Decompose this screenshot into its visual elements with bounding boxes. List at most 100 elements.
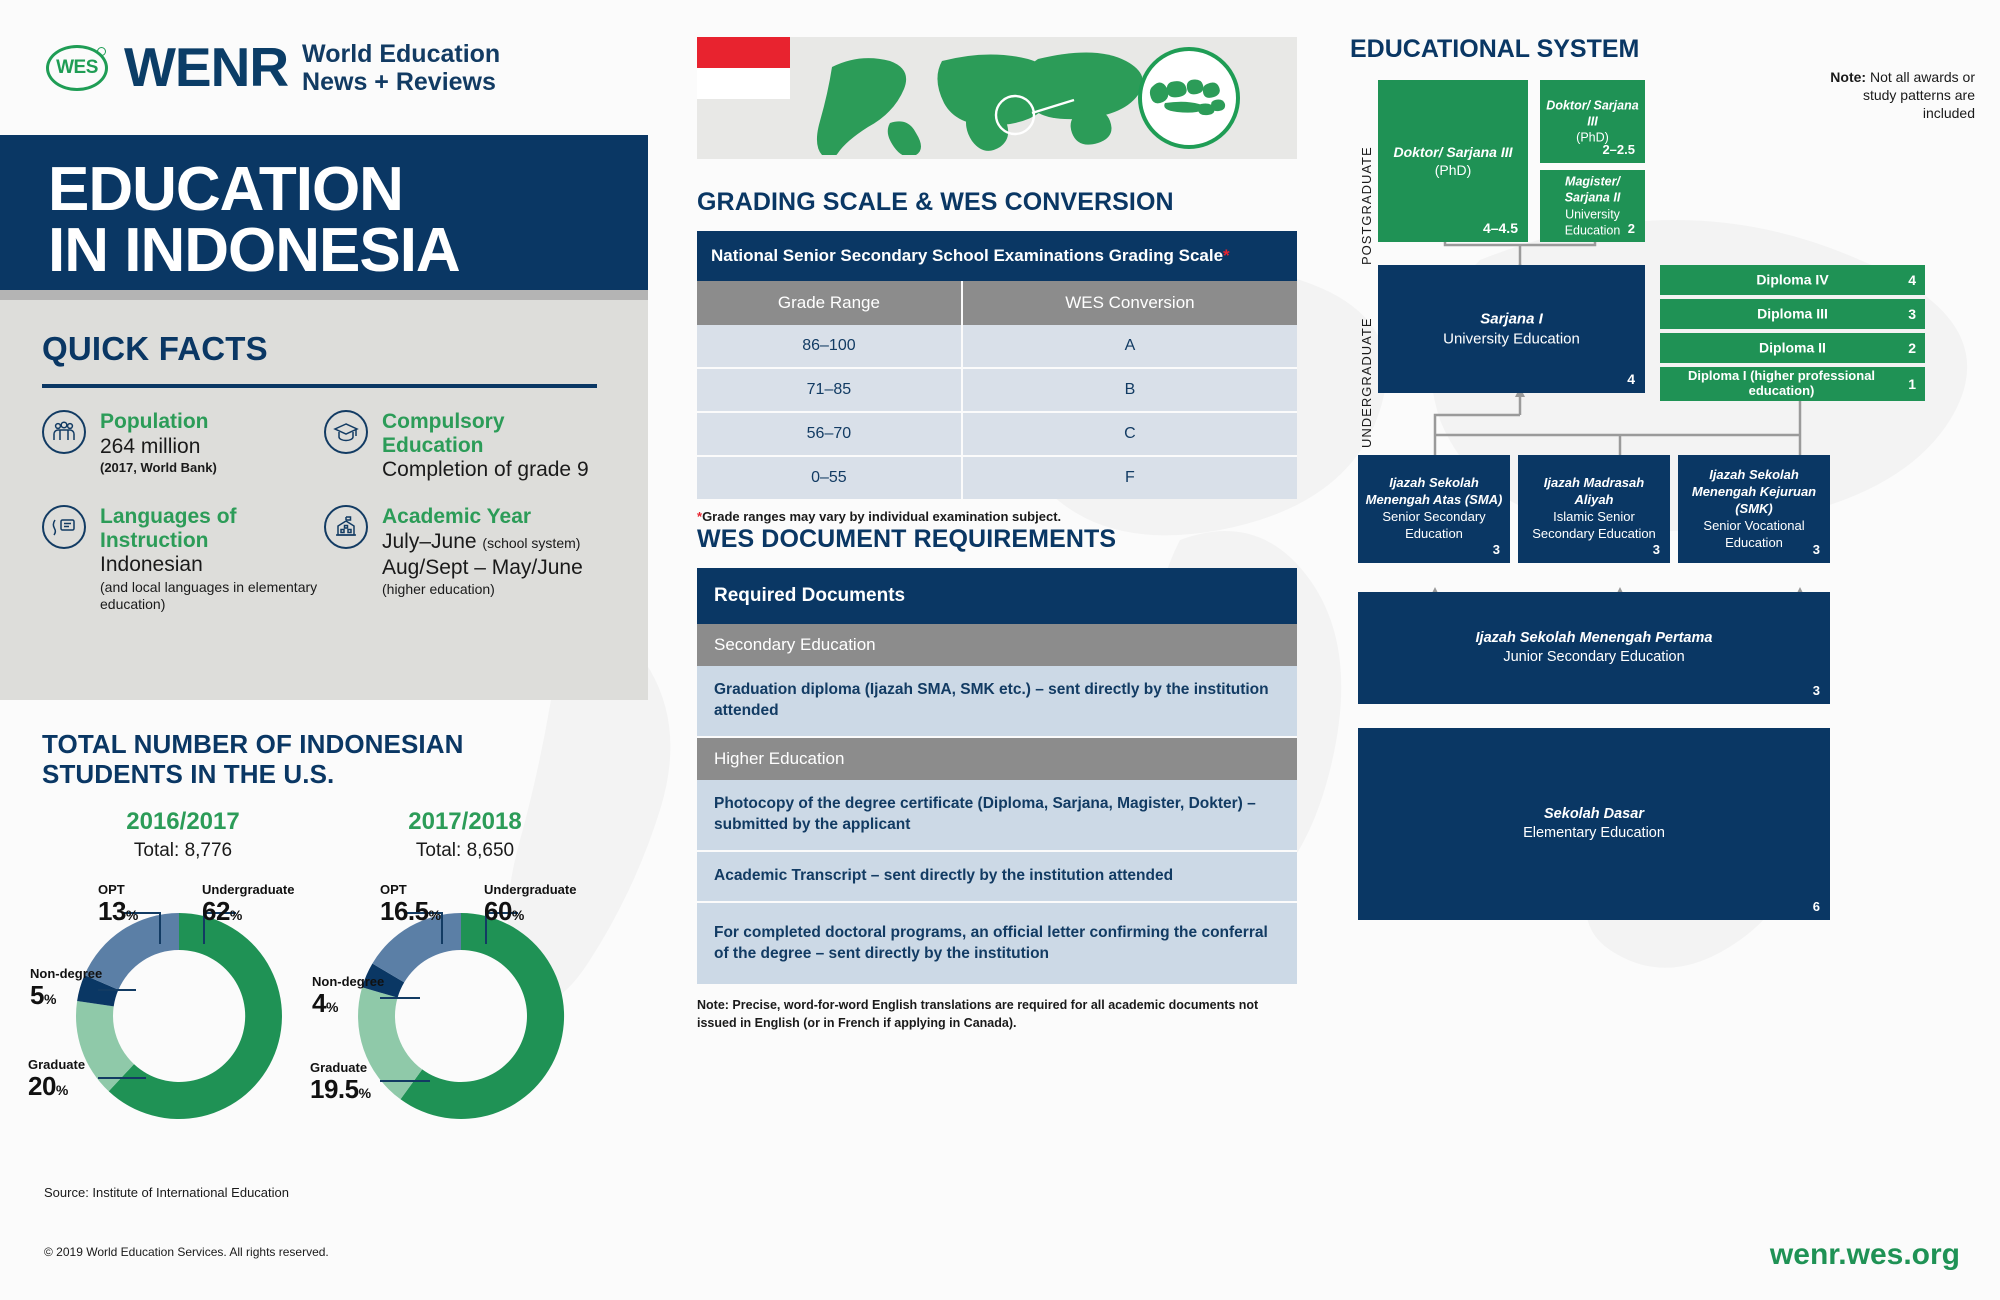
wes-mark-text: WES <box>56 56 98 78</box>
wenr-tagline-line2: News + Reviews <box>302 67 496 96</box>
chart-source: Source: Institute of International Educa… <box>44 1185 289 1200</box>
map-hero <box>697 37 1297 159</box>
box-years: 2–2.5 <box>1602 142 1635 157</box>
label-value: 4% <box>312 988 338 1019</box>
grading-footnote: *Grade ranges may vary by individual exa… <box>697 509 1297 524</box>
box-name: Ijazah Sekolah Menengah Kejuruan (SMK) <box>1691 466 1817 516</box>
label-text: Graduate <box>28 1056 86 1072</box>
table-row: 56–70 C <box>697 412 1297 457</box>
document-item: Photocopy of the degree certificate (Dip… <box>697 779 1297 852</box>
indonesia-flag-icon <box>697 37 790 99</box>
system-diploma-ii: Diploma II 2 <box>1660 333 1925 363</box>
label-text: Undergraduate <box>484 881 577 897</box>
chart-subtitle: Total: 8,776 <box>133 839 233 861</box>
label-value: 20% <box>28 1071 68 1102</box>
box-sub: University Education <box>1564 207 1621 238</box>
label-undergraduate-2016: Undergraduate 62% <box>202 881 295 927</box>
documents-heading: WES DOCUMENT REQUIREMENTS <box>697 525 1117 553</box>
indonesia-map-icon <box>1149 79 1226 116</box>
system-box-smp: Ijazah Sekolah Menengah Pertama Junior Se… <box>1358 592 1830 704</box>
level-label-undergraduate: UNDERGRADUATE <box>1359 317 1374 449</box>
chart-subtitle: Total: 8,650 <box>415 839 515 861</box>
fact-title: Compulsory Education <box>382 410 505 457</box>
table-title: National Senior Secondary School Examina… <box>711 246 1224 265</box>
documents-group-header: Secondary Education <box>697 624 1297 666</box>
column-header-wes-conversion: WES Conversion <box>961 281 1297 325</box>
box-name: Ijazah Madrasah Aliyah <box>1543 475 1645 508</box>
table-row: 0–55 F <box>697 456 1297 499</box>
document-text: Academic Transcript – sent directly by t… <box>697 850 1297 903</box>
copyright-text: © 2019 World Education Services. All rig… <box>44 1245 329 1259</box>
diploma-label: Diploma IV <box>1756 271 1829 288</box>
group-label: Secondary Education <box>697 624 1297 666</box>
wenr-tagline: World Education News + Reviews <box>302 40 500 96</box>
footnote-text: Grade ranges may vary by individual exam… <box>702 509 1062 524</box>
wenr-url-link[interactable]: wenr.wes.org <box>1770 1238 1960 1272</box>
table-row: 71–85 B <box>697 368 1297 413</box>
label-text: OPT <box>98 881 125 897</box>
grading-scale-heading: GRADING SCALE & WES CONVERSION <box>697 188 1174 216</box>
brand-logo-bar: WES WENR World Education News + Reviews <box>0 0 648 135</box>
documents-note: Note: Precise, word-for-word English tra… <box>697 998 1259 1030</box>
infographic-page: WES WENR World Education News + Reviews … <box>0 0 2000 1300</box>
diploma-years: 4 <box>1908 272 1916 288</box>
page-title-line1: EDUCATION <box>48 155 404 224</box>
chart-title: 2017/2018 <box>408 807 522 835</box>
page-title: EDUCATION IN INDONESIA <box>0 135 648 290</box>
document-item: Graduation diploma (Ijazah SMA, SMK etc.… <box>697 666 1297 738</box>
diploma-label: Diploma III <box>1757 305 1828 322</box>
page-title-line2: IN INDONESIA <box>48 216 461 286</box>
fact-note: (higher education) <box>382 581 495 598</box>
diploma-label: Diploma I (higher professional education… <box>1687 368 1876 398</box>
document-item: Academic Transcript – sent directly by t… <box>697 850 1297 903</box>
column-header-grade-range: Grade Range <box>697 281 963 325</box>
document-item: For completed doctoral programs, an offi… <box>697 901 1297 987</box>
cell-wes-conversion: A <box>961 325 1297 369</box>
fact-value: Indonesian <box>100 553 203 577</box>
system-box-doktor-right: Doktor/ Sarjana III (PhD) 2–2.5 <box>1540 80 1645 163</box>
label-non-degree-2016: Non-degree 5% <box>30 965 103 1010</box>
diploma-years: 2 <box>1908 340 1916 356</box>
box-years: 3 <box>1812 683 1820 698</box>
label-value: 60% <box>484 896 524 927</box>
box-name: Sekolah Dasar <box>1544 806 1644 823</box>
table-title-asterisk: * <box>1223 246 1230 265</box>
document-text: Photocopy of the degree certificate (Dip… <box>697 779 1297 852</box>
box-years: 3 <box>1652 542 1660 557</box>
box-sub: (PhD) <box>1434 162 1472 178</box>
fact-value: July–June (school system) <box>382 529 583 555</box>
quick-fact-compulsory-education: Compulsory Education Completion of grade… <box>324 410 606 483</box>
document-text: For completed doctoral programs, an offi… <box>697 901 1297 987</box>
quick-fact-academic-year: Academic Year July–June (school system) … <box>324 505 606 612</box>
cell-grade-range: 71–85 <box>697 368 963 413</box>
middle-column: GRADING SCALE & WES CONVERSION National … <box>697 0 1317 1300</box>
group-label: Higher Education <box>697 736 1297 780</box>
box-sub: Elementary Education <box>1523 825 1665 841</box>
box-years: 6 <box>1812 899 1820 914</box>
cell-wes-conversion: C <box>961 412 1297 457</box>
chart-title: 2016/2017 <box>126 807 240 835</box>
system-diploma-i: Diploma I (higher professional education… <box>1660 367 1925 401</box>
box-years: 3 <box>1812 542 1820 557</box>
system-diploma-iii: Diploma III 3 <box>1660 299 1925 329</box>
system-box-magister: Magister/ Sarjana II University Education… <box>1540 170 1645 242</box>
students-chart-heading: TOTAL NUMBER OF INDONESIAN STUDENTS IN T… <box>42 729 606 790</box>
box-years: 3 <box>1492 542 1500 557</box>
label-value: 16.5% <box>380 896 441 927</box>
box-sub: Junior Secondary Education <box>1503 649 1685 665</box>
diploma-years: 1 <box>1908 376 1916 392</box>
donut-chart-2016-2017: 2016/2017 Total: 8,776 OPT 13% Undergrad… <box>28 807 324 1119</box>
label-opt-2017: OPT 16.5% <box>380 882 441 927</box>
fact-note: (and local languages in elementary educa… <box>100 578 318 612</box>
diploma-years: 3 <box>1908 306 1916 322</box>
label-value: 62% <box>202 896 242 927</box>
box-years: 4–4.5 <box>1482 220 1518 236</box>
label-text: Undergraduate <box>202 881 295 897</box>
system-box-sarjana-i: Sarjana I University Education 4 <box>1378 265 1645 393</box>
fact-note: (2017, World Bank) <box>100 459 217 475</box>
label-text: Non-degree <box>30 965 103 981</box>
cell-grade-range: 0–55 <box>697 456 963 499</box>
cell-wes-conversion: F <box>961 456 1297 499</box>
label-graduate-2016: Graduate 20% <box>28 1056 86 1102</box>
box-name: Ijazah Sekolah Menengah Atas (SMA) <box>1365 475 1503 508</box>
